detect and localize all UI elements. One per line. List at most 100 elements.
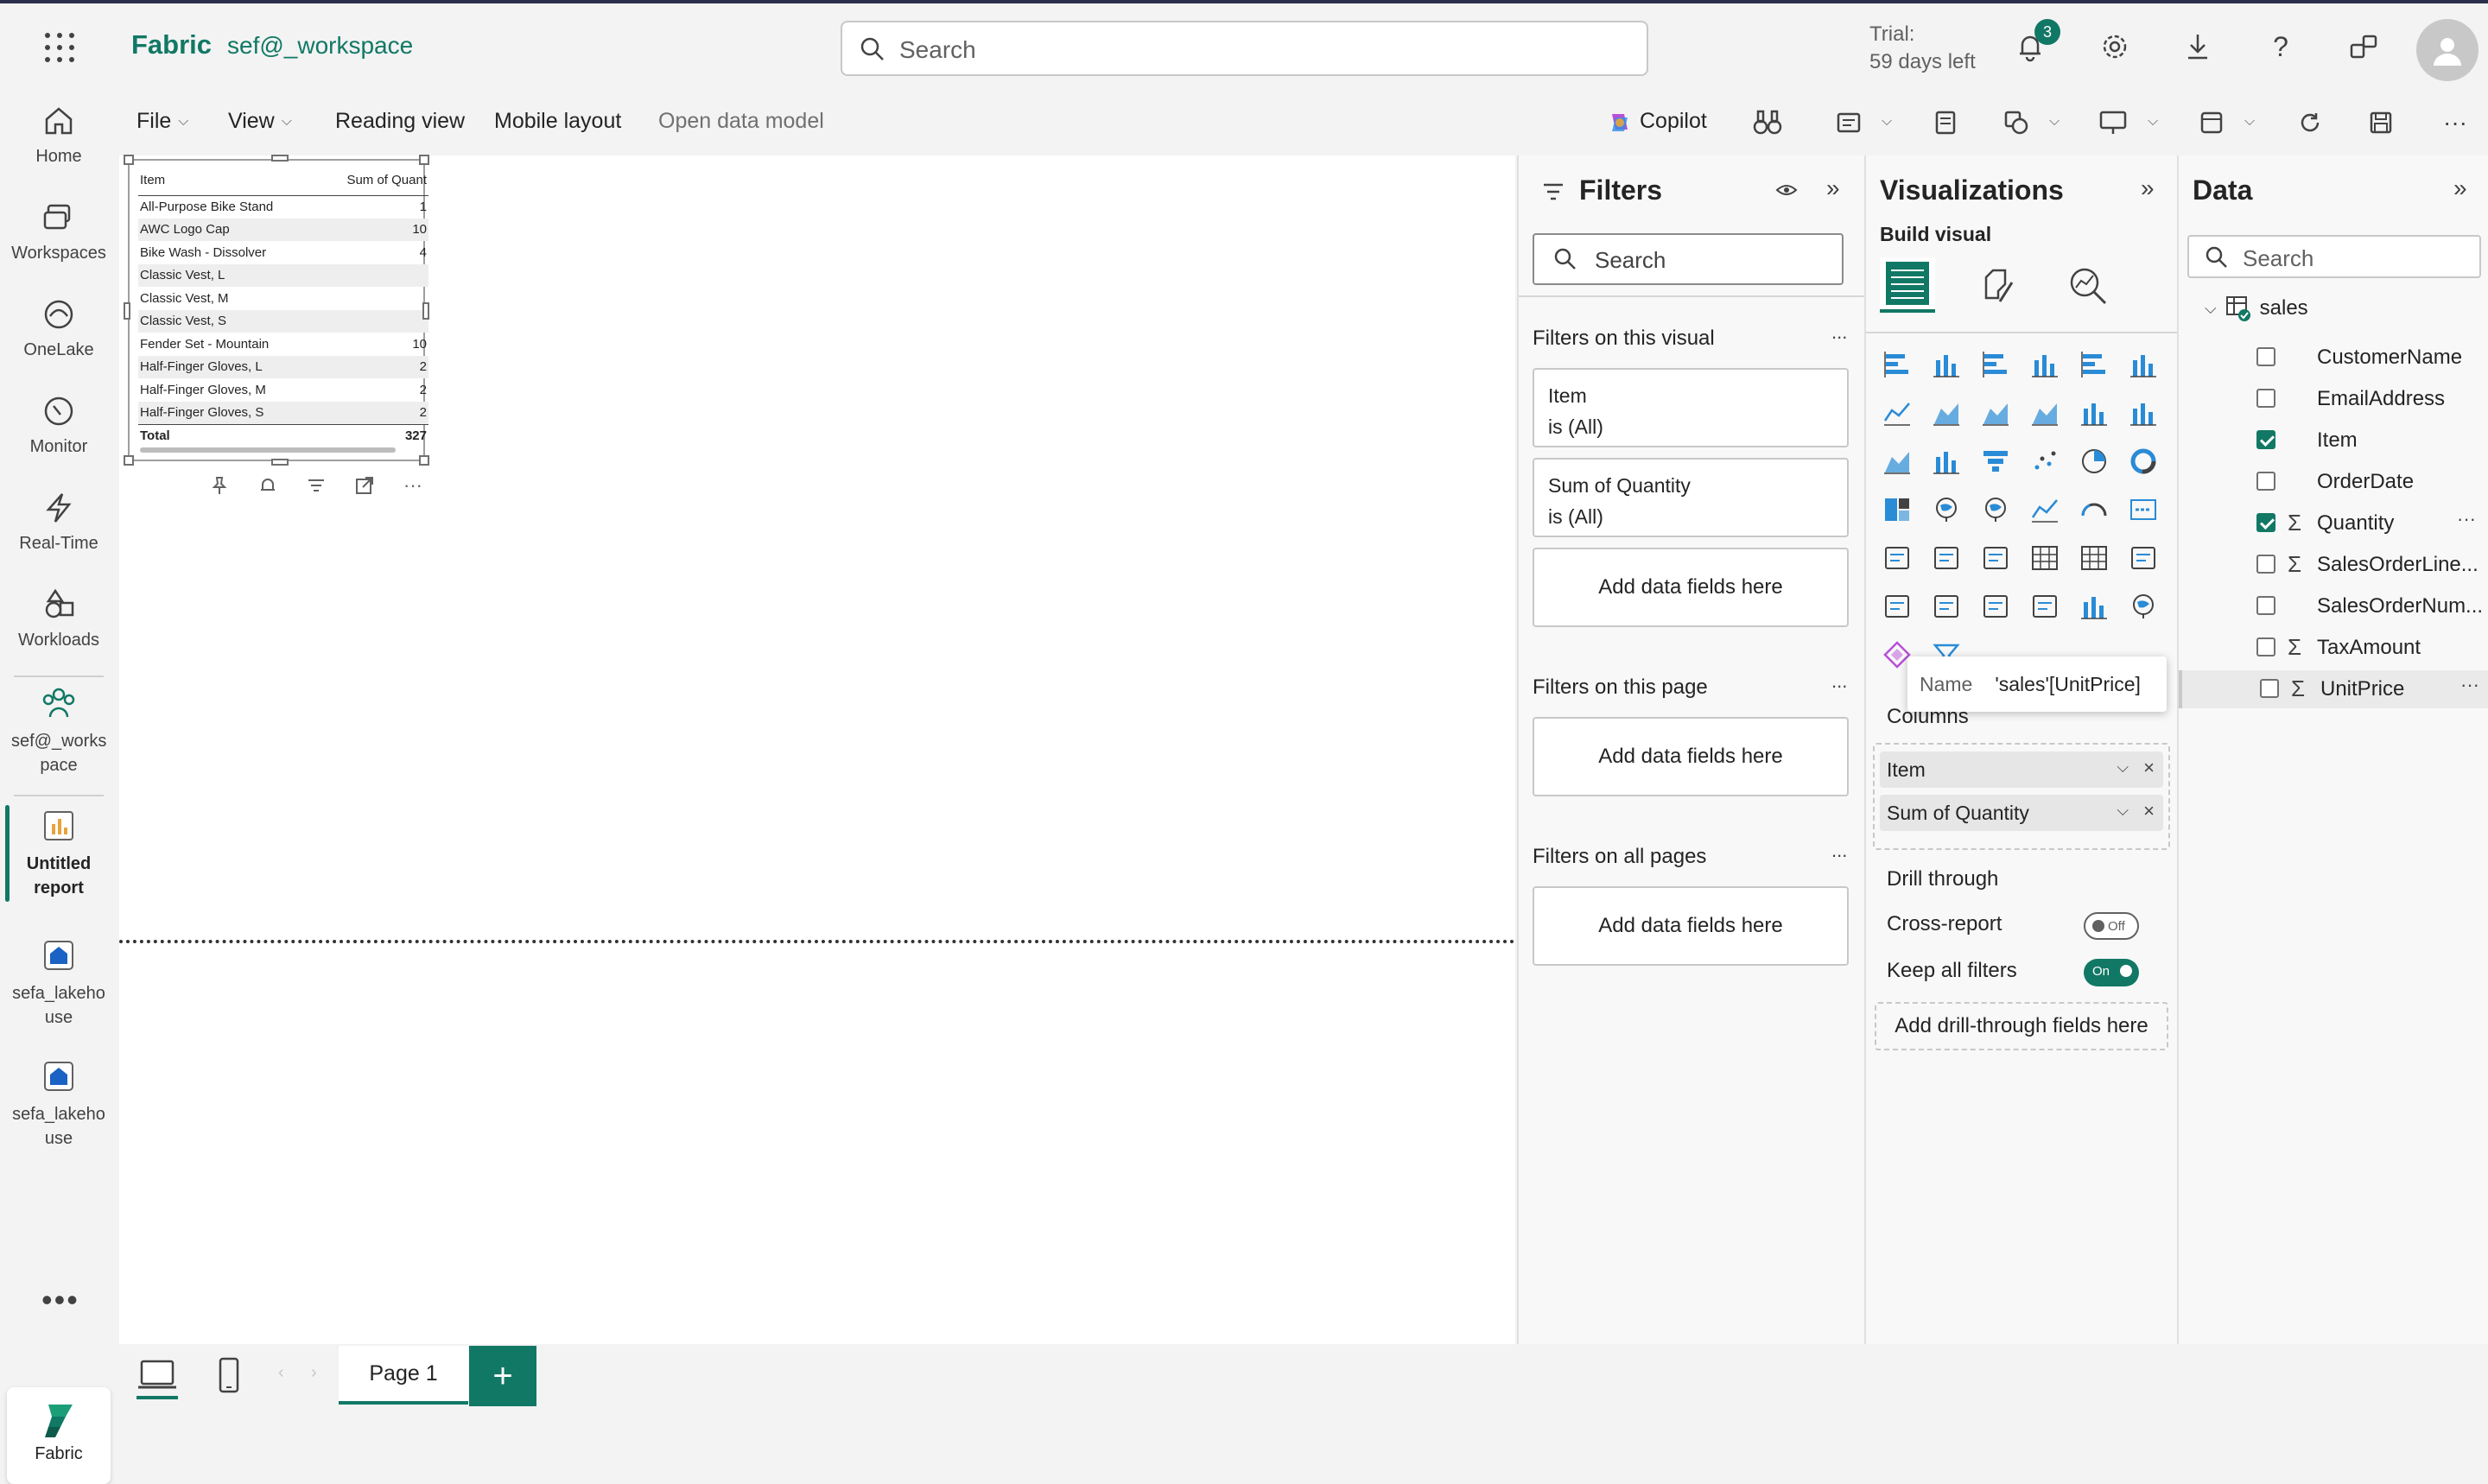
- 100-stacked-column-chart-icon[interactable]: [2126, 347, 2161, 382]
- shapes-icon[interactable]: [1999, 105, 2034, 140]
- card-icon[interactable]: [2126, 492, 2161, 527]
- decomposition-tree-icon[interactable]: [1880, 589, 1914, 624]
- filter-icon[interactable]: [302, 472, 330, 499]
- nav-item-workloads[interactable]: Workloads: [0, 584, 117, 650]
- fabric-experience-switcher[interactable]: Fabric: [7, 1387, 111, 1484]
- horizontal-scrollbar[interactable]: [140, 447, 396, 453]
- desktop-view-icon[interactable]: [136, 1358, 178, 1399]
- global-search-input[interactable]: Search: [841, 21, 1648, 76]
- table-visual[interactable]: Item Sum of Quant All-Purpose Bike Stand…: [124, 155, 429, 466]
- view-menu[interactable]: View ⌵: [228, 109, 292, 134]
- pin-icon[interactable]: [206, 472, 233, 499]
- mobile-view-icon[interactable]: [216, 1356, 242, 1394]
- nav-item-workspace[interactable]: sef@_works pace: [0, 682, 117, 777]
- reading-view-button[interactable]: Reading view: [335, 109, 465, 134]
- field-row[interactable]: Σ UnitPrice ···: [2179, 670, 2488, 708]
- remove-field-icon[interactable]: ×: [2143, 757, 2155, 779]
- workspace-link[interactable]: sef@_workspace: [227, 32, 413, 60]
- resize-handle[interactable]: [271, 155, 289, 162]
- layout-icon[interactable]: [2194, 105, 2229, 140]
- resize-handle[interactable]: [419, 155, 429, 165]
- help-icon[interactable]: ?: [2260, 26, 2301, 67]
- filter-search-input[interactable]: Search: [1533, 233, 1844, 285]
- mobile-layout-button[interactable]: Mobile layout: [494, 109, 621, 134]
- resize-handle[interactable]: [124, 455, 134, 466]
- nav-item-home[interactable]: Home: [0, 100, 117, 167]
- focus-mode-icon[interactable]: [351, 472, 378, 499]
- chevron-left-icon[interactable]: ‹: [278, 1363, 284, 1383]
- notes-icon[interactable]: [1928, 105, 1963, 140]
- funnel-chart-icon[interactable]: [1978, 444, 2013, 479]
- arcgis-map-icon[interactable]: [2126, 589, 2161, 624]
- field-checkbox[interactable]: [2256, 472, 2275, 491]
- nav-more-button[interactable]: •••: [41, 1282, 79, 1318]
- kpi-icon[interactable]: [1929, 541, 1964, 575]
- azure-map-icon[interactable]: [2028, 492, 2062, 527]
- key-influencers-icon[interactable]: [2126, 541, 2161, 575]
- chevron-down-icon[interactable]: ⌵: [2244, 114, 2255, 130]
- add-visual-filter-drop-zone[interactable]: Add data fields here: [1533, 548, 1849, 627]
- resize-handle[interactable]: [271, 459, 289, 466]
- pie-chart-icon[interactable]: [2077, 444, 2111, 479]
- filter-card-item[interactable]: Item is (All): [1533, 368, 1849, 447]
- download-icon[interactable]: [2177, 26, 2218, 67]
- more-options-icon[interactable]: ...: [1831, 670, 1847, 693]
- field-well-sum-of-quantity[interactable]: Sum of Quantity ⌵ ×: [1880, 795, 2163, 831]
- matrix-icon[interactable]: [2077, 541, 2111, 575]
- stacked-column-chart-icon[interactable]: [1929, 347, 1964, 382]
- chevron-right-icon[interactable]: ›: [311, 1363, 317, 1383]
- eye-icon[interactable]: [1774, 178, 1799, 202]
- share-feedback-icon[interactable]: [2343, 26, 2384, 67]
- filled-map-icon[interactable]: [1978, 492, 2013, 527]
- tab-build-visual[interactable]: [1880, 257, 1935, 313]
- gear-icon[interactable]: [2094, 26, 2136, 67]
- slicer-icon[interactable]: [1978, 541, 2013, 575]
- field-row[interactable]: Item: [2179, 422, 2488, 460]
- treemap-icon[interactable]: [1880, 492, 1914, 527]
- clustered-column-chart-icon[interactable]: [2028, 347, 2062, 382]
- field-checkbox[interactable]: [2260, 679, 2279, 698]
- field-row[interactable]: Σ Quantity ···: [2179, 504, 2488, 542]
- table-icon[interactable]: [2028, 541, 2062, 575]
- field-well-item[interactable]: Item ⌵ ×: [1880, 752, 2163, 788]
- resize-handle[interactable]: [422, 302, 429, 320]
- resize-handle[interactable]: [124, 302, 130, 320]
- columns-drop-zone[interactable]: Item ⌵ × Sum of Quantity ⌵ ×: [1873, 743, 2170, 850]
- more-options-icon[interactable]: ...: [1831, 321, 1847, 344]
- line-stacked-column-chart-icon[interactable]: [2077, 396, 2111, 430]
- field-checkbox[interactable]: [2256, 430, 2275, 449]
- column-header[interactable]: Sum of Quant: [318, 166, 428, 196]
- table-node-sales[interactable]: ⌵ sales: [2205, 295, 2308, 321]
- data-search-input[interactable]: Search: [2187, 235, 2481, 278]
- nav-item-lakehouse-1[interactable]: sefa_lakeho use: [0, 935, 117, 1030]
- line-clustered-column-chart-icon[interactable]: [2126, 396, 2161, 430]
- resize-handle[interactable]: [124, 155, 134, 165]
- chevron-down-icon[interactable]: ⌵: [1882, 114, 1892, 130]
- chevron-down-icon[interactable]: ⌵: [2117, 758, 2129, 777]
- qa-icon[interactable]: [1929, 589, 1964, 624]
- clustered-bar-chart-icon[interactable]: [1978, 347, 2013, 382]
- map-icon[interactable]: [1929, 492, 1964, 527]
- chevron-down-icon[interactable]: ⌵: [2148, 114, 2158, 130]
- add-page-filter-drop-zone[interactable]: Add data fields here: [1533, 717, 1849, 796]
- chevron-down-icon[interactable]: ⌵: [2117, 802, 2129, 820]
- cross-report-toggle[interactable]: Off: [2084, 912, 2139, 940]
- gauge-icon[interactable]: [2077, 492, 2111, 527]
- nav-item-lakehouse-2[interactable]: sefa_lakeho use: [0, 1056, 117, 1151]
- donut-chart-icon[interactable]: [2126, 444, 2161, 479]
- resize-handle[interactable]: [419, 455, 429, 466]
- chevron-down-icon[interactable]: ⌵: [2049, 114, 2060, 130]
- drill-through-drop-zone[interactable]: Add drill-through fields here: [1875, 1002, 2168, 1050]
- nav-item-untitled-report[interactable]: Untitled report: [0, 805, 117, 902]
- chevron-down-icon[interactable]: ⌵: [2205, 300, 2217, 318]
- more-options-icon[interactable]: ···: [2460, 674, 2479, 696]
- field-checkbox[interactable]: [2256, 596, 2275, 615]
- line-chart-icon[interactable]: [1880, 396, 1914, 430]
- stacked-bar-chart-icon[interactable]: [1880, 347, 1914, 382]
- metrics-icon[interactable]: [2028, 589, 2062, 624]
- alert-bell-icon[interactable]: [254, 472, 282, 499]
- remove-field-icon[interactable]: ×: [2143, 800, 2155, 822]
- tab-page-1[interactable]: Page 1: [339, 1346, 468, 1405]
- field-row[interactable]: EmailAddress: [2179, 380, 2488, 418]
- ribbon-chart-icon[interactable]: [1880, 444, 1914, 479]
